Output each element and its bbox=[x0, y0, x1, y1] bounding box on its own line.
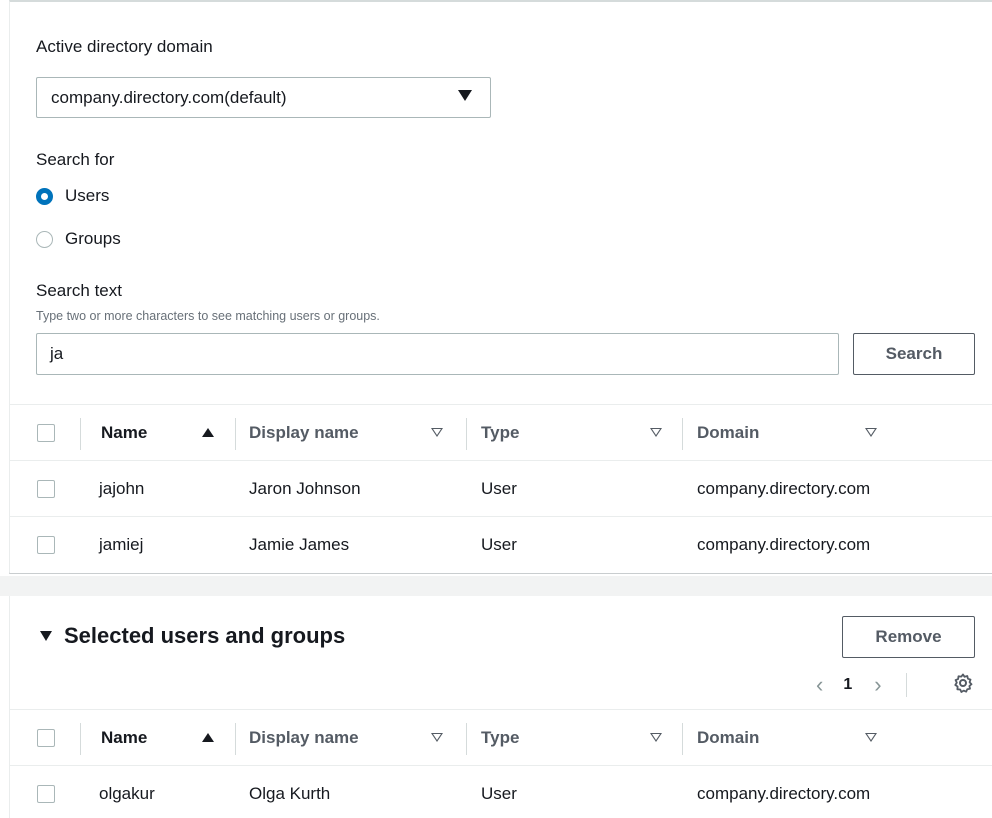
column-header-domain[interactable]: Domain bbox=[697, 405, 759, 460]
remove-button[interactable]: Remove bbox=[842, 616, 975, 658]
radio-groups[interactable]: Groups bbox=[36, 229, 121, 249]
results-table-header: Name Display name Type Domain bbox=[10, 404, 992, 461]
column-header-domain[interactable]: Domain bbox=[697, 710, 759, 765]
sort-icon[interactable] bbox=[865, 405, 877, 460]
caret-down-icon bbox=[458, 90, 472, 101]
column-header-display-name-label: Display name bbox=[249, 422, 359, 442]
chevron-right-icon[interactable]: › bbox=[874, 672, 881, 698]
cell-name: jajohn bbox=[99, 478, 145, 498]
sort-icon[interactable] bbox=[650, 710, 662, 765]
column-header-display-name[interactable]: Display name bbox=[249, 710, 359, 765]
radio-groups-label: Groups bbox=[65, 229, 121, 248]
sort-icon[interactable] bbox=[865, 710, 877, 765]
sort-icon[interactable] bbox=[431, 405, 443, 460]
cell-domain: company.directory.com bbox=[697, 784, 871, 803]
column-header-domain-label: Domain bbox=[697, 422, 760, 442]
sort-icon[interactable] bbox=[650, 405, 662, 460]
column-divider bbox=[235, 723, 236, 755]
cell-type: User bbox=[481, 478, 517, 498]
sort-ascending-icon[interactable] bbox=[202, 710, 214, 765]
column-header-name[interactable]: Name bbox=[101, 710, 147, 765]
radio-users[interactable]: Users bbox=[36, 186, 109, 206]
search-text-hint: Type two or more characters to see match… bbox=[36, 309, 380, 323]
column-header-type[interactable]: Type bbox=[481, 405, 519, 460]
column-divider bbox=[235, 418, 236, 450]
row-checkbox[interactable] bbox=[37, 480, 55, 498]
column-divider bbox=[466, 723, 467, 755]
column-divider bbox=[80, 418, 81, 450]
row-checkbox[interactable] bbox=[37, 536, 55, 554]
column-divider bbox=[682, 723, 683, 755]
domain-label: Active directory domain bbox=[36, 37, 213, 56]
column-header-display-name-label: Display name bbox=[249, 727, 359, 747]
cell-type: User bbox=[481, 784, 517, 803]
chevron-left-icon[interactable]: ‹ bbox=[816, 672, 823, 698]
search-input-value: ja bbox=[50, 344, 64, 363]
settings-gear-icon[interactable] bbox=[953, 673, 973, 693]
column-divider bbox=[682, 418, 683, 450]
column-header-name-label: Name bbox=[101, 727, 148, 747]
radio-unselected-icon bbox=[36, 230, 53, 248]
cell-display-name: Jamie James bbox=[249, 535, 350, 554]
select-all-checkbox[interactable] bbox=[37, 729, 55, 747]
pagination: ‹ 1 › bbox=[816, 672, 907, 698]
column-header-type-label: Type bbox=[481, 727, 520, 747]
search-input[interactable]: ja bbox=[36, 333, 839, 375]
table-row[interactable]: olgakur Olga Kurth User company.director… bbox=[10, 766, 992, 818]
search-for-label: Search for bbox=[36, 150, 115, 169]
column-divider bbox=[466, 418, 467, 450]
cell-name: jamiej bbox=[99, 535, 144, 554]
column-header-name[interactable]: Name bbox=[101, 405, 147, 460]
selected-section-toggle[interactable]: Selected users and groups bbox=[40, 623, 345, 649]
pager-divider bbox=[905, 673, 907, 697]
domain-select[interactable]: company.directory.com(default) bbox=[36, 77, 491, 118]
column-header-type[interactable]: Type bbox=[481, 710, 519, 765]
page-number[interactable]: 1 bbox=[843, 676, 852, 694]
sort-icon[interactable] bbox=[431, 710, 443, 765]
cell-domain: company.directory.com bbox=[697, 478, 871, 498]
radio-users-label: Users bbox=[65, 186, 110, 205]
domain-select-value: company.directory.com(default) bbox=[51, 87, 287, 107]
column-header-type-label: Type bbox=[481, 422, 520, 442]
column-header-name-label: Name bbox=[101, 422, 148, 442]
table-row[interactable]: jamiej Jamie James User company.director… bbox=[10, 517, 992, 573]
cell-display-name: Jaron Johnson bbox=[249, 478, 361, 498]
table-row[interactable]: jajohn Jaron Johnson User company.direct… bbox=[10, 461, 992, 517]
radio-selected-icon bbox=[36, 187, 53, 205]
selected-table-header: Name Display name Type Domain bbox=[10, 709, 992, 766]
column-header-display-name[interactable]: Display name bbox=[249, 405, 359, 460]
column-header-domain-label: Domain bbox=[697, 727, 760, 747]
selected-section-title: Selected users and groups bbox=[64, 623, 346, 648]
cell-display-name: Olga Kurth bbox=[249, 784, 331, 803]
cell-type: User bbox=[481, 535, 517, 554]
cell-domain: company.directory.com bbox=[697, 535, 871, 554]
cell-name: olgakur bbox=[99, 784, 155, 803]
select-all-checkbox[interactable] bbox=[37, 424, 55, 442]
search-button[interactable]: Search bbox=[853, 333, 975, 375]
sort-ascending-icon[interactable] bbox=[202, 405, 214, 460]
row-checkbox[interactable] bbox=[37, 785, 55, 803]
search-text-label: Search text bbox=[36, 281, 122, 300]
section-divider bbox=[0, 576, 992, 596]
column-divider bbox=[80, 723, 81, 755]
caret-down-icon bbox=[40, 631, 52, 641]
